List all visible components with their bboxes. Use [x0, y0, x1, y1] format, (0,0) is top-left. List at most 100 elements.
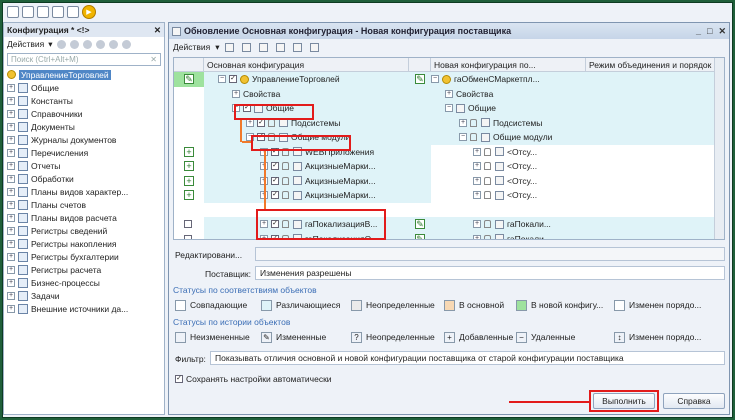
expand-icon[interactable]: −	[445, 104, 453, 113]
row-checkbox[interactable]	[183, 234, 192, 239]
new-config-cell[interactable]: − Общие	[431, 101, 586, 116]
actions-menu[interactable]: Действия	[7, 39, 44, 49]
expand-icon[interactable]: −	[218, 75, 226, 84]
config-tree-icon[interactable]	[52, 6, 64, 18]
merge-icon[interactable]: ✎	[415, 233, 425, 239]
save-icon[interactable]	[241, 42, 251, 52]
tree-item[interactable]: + Планы видов расчета	[4, 211, 164, 224]
expand-icon[interactable]: +	[7, 122, 15, 131]
expand-icon[interactable]: −	[431, 75, 439, 84]
tree-item[interactable]: + Перечисления	[4, 146, 164, 159]
row-mark-cell[interactable]	[174, 116, 204, 131]
merge-mode-cell[interactable]	[586, 86, 724, 101]
grid-row[interactable]: ✎ − ✓ УправлениеТорговлей ✎ − гаОбменСМаркетпл…	[174, 72, 724, 87]
tree-item[interactable]: + Обработки	[4, 172, 164, 185]
copy-icon[interactable]	[69, 39, 79, 49]
tree-item[interactable]: + Регистры накопления	[4, 237, 164, 250]
row-mark-cell[interactable]	[174, 203, 204, 218]
new-config-cell[interactable]: + гаПокали...	[431, 231, 586, 239]
close-icon[interactable]: ✕	[154, 25, 161, 35]
row-mark-cell[interactable]	[174, 87, 204, 102]
header-merge-mode[interactable]: Режим объединения и порядок по...	[586, 58, 724, 71]
move-down-icon[interactable]	[121, 39, 131, 49]
merge-icon[interactable]: ✎	[415, 219, 425, 230]
arrow-cell[interactable]	[409, 130, 431, 145]
merge-mode-cell[interactable]	[586, 159, 724, 174]
save-icon[interactable]	[37, 6, 49, 18]
grid-row[interactable]: + + ✓ АкцизныеМарки... + <Отсу...	[174, 159, 724, 174]
arrow-cell[interactable]	[409, 86, 431, 101]
include-checkbox[interactable]: ✓	[271, 191, 279, 200]
expand-icon[interactable]: +	[7, 304, 15, 313]
main-config-cell[interactable]: +✓АкцизныеМарки...	[204, 188, 409, 203]
merge-mode-cell[interactable]	[586, 203, 724, 218]
merge-icon[interactable]: ✎	[415, 74, 425, 85]
merge-mode-cell[interactable]	[586, 217, 724, 232]
new-config-cell[interactable]: − гаОбменСМаркетпл...	[431, 72, 586, 87]
header-new-config[interactable]: Новая конфигурация по...	[431, 58, 586, 71]
expand-icon[interactable]: +	[473, 176, 481, 185]
include-checkbox[interactable]: ✓	[271, 162, 279, 171]
grid-row[interactable]: + + ✓ АкцизныеМарки... + <Отсу...	[174, 173, 724, 189]
grid-row[interactable]: + + ✓ АкцизныеМарки... + <Отсу...	[174, 188, 724, 203]
help-button[interactable]: Справка	[663, 393, 725, 409]
arrow-cell[interactable]	[409, 101, 431, 116]
main-config-cell[interactable]: +✓АкцизныеМарки...	[204, 159, 409, 174]
arrow-cell[interactable]: ✎	[409, 217, 431, 232]
expand-icon[interactable]: +	[7, 83, 15, 92]
tree-item[interactable]: + Задачи	[4, 289, 164, 302]
add-object-icon[interactable]: +	[184, 175, 194, 186]
tree-item[interactable]: + Регистры бухгалтерии	[4, 250, 164, 263]
new-config-cell[interactable]	[431, 203, 586, 218]
expand-icon[interactable]: +	[7, 226, 15, 235]
chevron-down-icon[interactable]: ▾	[48, 39, 52, 50]
new-config-cell[interactable]: + <Отсу...	[431, 174, 586, 189]
expand-icon[interactable]: +	[7, 96, 15, 105]
open-folder-icon[interactable]	[22, 6, 34, 18]
merge-mode-cell[interactable]	[586, 130, 724, 145]
edit-mark-icon[interactable]: ✎	[184, 74, 194, 85]
row-mark-cell[interactable]: +	[174, 174, 204, 189]
row-mark-cell[interactable]	[174, 217, 204, 232]
new-config-cell[interactable]: + Свойства	[431, 86, 586, 101]
open-icon[interactable]	[224, 42, 234, 52]
expand-icon[interactable]: +	[232, 89, 240, 98]
expand-icon[interactable]: +	[459, 118, 467, 127]
main-config-cell[interactable]: + Свойства	[204, 86, 409, 101]
new-config-cell[interactable]: + <Отсу...	[431, 145, 586, 160]
merge-mode-cell[interactable]	[586, 72, 724, 87]
expand-icon[interactable]: +	[473, 234, 481, 239]
add-object-icon[interactable]: +	[184, 146, 194, 157]
tree-item[interactable]: + Планы видов характер...	[4, 185, 164, 198]
include-checkbox[interactable]: ✓	[229, 75, 237, 84]
grid-scrollbar[interactable]	[714, 58, 724, 239]
expand-icon[interactable]: +	[473, 220, 481, 229]
tree-item[interactable]: + Бизнес-процессы	[4, 276, 164, 289]
arrow-cell[interactable]	[409, 159, 431, 174]
tree-item[interactable]: + Документы	[4, 120, 164, 133]
delete-icon[interactable]	[95, 39, 105, 49]
row-mark-cell[interactable]: +	[174, 145, 204, 160]
expand-icon[interactable]: +	[7, 148, 15, 157]
merge-mode-cell[interactable]	[586, 174, 724, 189]
supplier-field[interactable]: Изменения разрешены	[255, 266, 725, 280]
add-icon[interactable]	[56, 39, 66, 49]
tree-item[interactable]: + Общие	[4, 81, 164, 94]
include-checkbox[interactable]: ✓	[271, 176, 279, 185]
grid-row[interactable]: + Свойства + Свойства	[174, 86, 724, 102]
arrow-cell[interactable]	[409, 188, 431, 203]
arrow-cell[interactable]	[409, 144, 431, 159]
expand-icon[interactable]: +	[7, 213, 15, 222]
add-object-icon[interactable]: +	[184, 161, 194, 172]
row-mark-cell[interactable]	[174, 232, 204, 239]
database-icon[interactable]	[67, 6, 79, 18]
merge-mode-cell[interactable]	[586, 188, 724, 203]
tree-item[interactable]: + Справочники	[4, 107, 164, 120]
new-config-cell[interactable]: + Подсистемы	[431, 115, 586, 130]
arrow-cell[interactable]	[409, 203, 431, 218]
expand-icon[interactable]: +	[7, 278, 15, 287]
maximize-icon[interactable]: □	[707, 26, 712, 37]
new-config-cell[interactable]: + <Отсу...	[431, 188, 586, 203]
arrow-cell[interactable]: ✎	[409, 72, 431, 87]
row-mark-cell[interactable]: +	[174, 159, 204, 174]
